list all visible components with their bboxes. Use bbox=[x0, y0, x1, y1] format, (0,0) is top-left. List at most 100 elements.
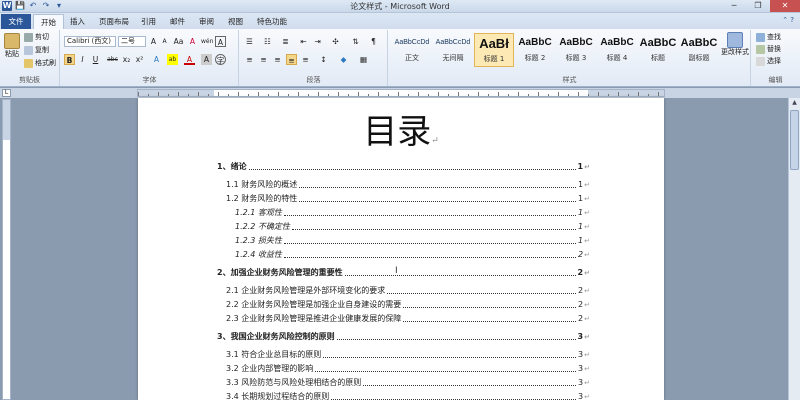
find-icon bbox=[756, 32, 765, 42]
style-name: 无间隔 bbox=[442, 54, 464, 62]
tab-selector-icon[interactable]: L bbox=[2, 89, 11, 97]
sort-icon[interactable]: ⇅ bbox=[350, 36, 361, 47]
subscript-button[interactable]: x₂ bbox=[121, 54, 132, 65]
ruler-tick bbox=[328, 94, 329, 96]
bold-button[interactable]: B bbox=[64, 54, 75, 65]
maximize-button[interactable]: ❐ bbox=[746, 0, 770, 12]
help-icon[interactable]: ⌃ ? bbox=[782, 16, 794, 24]
strikethrough-button[interactable]: abc bbox=[107, 54, 118, 65]
tab-review[interactable]: 审阅 bbox=[192, 14, 221, 29]
distribute-icon[interactable]: ≡ bbox=[300, 54, 311, 65]
top-margin-area bbox=[3, 100, 10, 140]
horizontal-ruler[interactable] bbox=[137, 89, 665, 97]
style-heading-3[interactable]: AaBbC 标题 3 bbox=[556, 33, 596, 67]
char-border-button[interactable]: A bbox=[215, 36, 226, 47]
toc-entry-level-2[interactable]: 3.4 长期规划过程结合的原则 3 ↵ bbox=[226, 391, 590, 400]
toc-entry-level-3[interactable]: 1.2.3 损失性 1 ↵ bbox=[235, 235, 590, 247]
borders-icon[interactable]: ▦ bbox=[358, 54, 369, 65]
decrease-indent-icon[interactable]: ⇤ bbox=[298, 36, 309, 47]
superscript-button[interactable]: x² bbox=[134, 54, 145, 65]
paragraph-mark: ↵ bbox=[584, 365, 590, 373]
toc-entry-level-1[interactable]: 3、我国企业财务风险控制的原则 3 ↵ bbox=[217, 331, 590, 343]
close-button[interactable]: ✕ bbox=[770, 0, 800, 12]
font-size-select[interactable]: 二号 bbox=[118, 36, 146, 47]
phonetic-guide-button[interactable]: wén bbox=[201, 36, 213, 47]
font-name-select[interactable]: Calibri (西文) bbox=[64, 36, 116, 47]
multilevel-list-icon[interactable]: ≣ bbox=[280, 36, 291, 47]
italic-button[interactable]: I bbox=[77, 54, 88, 65]
char-shading-button[interactable]: A bbox=[201, 54, 212, 65]
ruler-tick bbox=[478, 92, 479, 96]
change-case-button[interactable]: Aa bbox=[173, 36, 184, 47]
document-page[interactable]: 目录↵ 1、绪论 1 ↵ 1.1 财务风险的概述 1 ↵ 1.2 财务风险的特性 1 ↵ 1.2.… bbox=[138, 98, 664, 400]
ruler-tick bbox=[158, 92, 159, 96]
tab-special-features[interactable]: 特色功能 bbox=[250, 14, 294, 29]
toc-entry-level-2[interactable]: 3.1 符合企业总目标的原则 3 ↵ bbox=[226, 349, 590, 361]
tab-mailings[interactable]: 邮件 bbox=[163, 14, 192, 29]
text-effects-button[interactable]: A bbox=[151, 54, 162, 65]
justify-icon[interactable]: ≡ bbox=[286, 54, 297, 65]
bullets-icon[interactable]: ☰ bbox=[244, 36, 255, 47]
style-heading-4[interactable]: AaBbC 标题 4 bbox=[597, 33, 637, 67]
toc-entry-level-3[interactable]: 1.2.2 不确定性 1 ↵ bbox=[235, 221, 590, 233]
change-styles-button[interactable]: 更改样式 bbox=[721, 32, 749, 56]
toc-entry-text: 1.1 财务风险的概述 bbox=[226, 180, 298, 189]
scroll-up-icon[interactable]: ▲ bbox=[790, 99, 799, 109]
underline-button[interactable]: U bbox=[90, 54, 101, 65]
toc-entry-level-2[interactable]: 3.2 企业内部管理的影响 3 ↵ bbox=[226, 363, 590, 375]
enclose-char-button[interactable]: 字 bbox=[215, 54, 226, 65]
style-heading-1[interactable]: AaBł 标题 1 bbox=[474, 33, 514, 67]
tab-view[interactable]: 视图 bbox=[221, 14, 250, 29]
replace-button[interactable]: 替换 bbox=[756, 44, 781, 54]
toc-leader-dots bbox=[299, 179, 577, 188]
toc-entry-level-2[interactable]: 3.3 风险防范与风险处理相结合的原则 3 ↵ bbox=[226, 377, 590, 389]
tab-references[interactable]: 引用 bbox=[134, 14, 163, 29]
style-no-spacing[interactable]: AaBbCcDd 无间隔 bbox=[433, 33, 473, 67]
show-marks-icon[interactable]: ¶ bbox=[368, 36, 379, 47]
style-normal[interactable]: AaBbCcDd 正文 bbox=[392, 33, 432, 67]
toc-entry-level-3[interactable]: 1.2.1 客观性 1 ↵ bbox=[235, 207, 590, 219]
paragraph-mark: ↵ bbox=[584, 333, 590, 341]
clear-format-button[interactable]: A bbox=[187, 36, 198, 47]
select-button[interactable]: 选择 bbox=[756, 56, 781, 66]
toc-entry-level-2[interactable]: 1.1 财务风险的概述 1 ↵ bbox=[226, 179, 590, 191]
style-heading-2[interactable]: AaBbC 标题 2 bbox=[515, 33, 555, 67]
font-color-button[interactable]: A bbox=[184, 54, 195, 65]
paste-button[interactable]: 粘贴 bbox=[3, 33, 21, 59]
line-spacing-icon[interactable]: ↕ bbox=[318, 54, 329, 65]
find-button[interactable]: 查找 bbox=[756, 32, 781, 42]
toc-entry-level-1[interactable]: 1、绪论 1 ↵ bbox=[217, 161, 590, 173]
increase-indent-icon[interactable]: ⇥ bbox=[312, 36, 323, 47]
vertical-ruler[interactable] bbox=[2, 99, 11, 400]
toc-entry-level-2[interactable]: 1.2 财务风险的特性 1 ↵ bbox=[226, 193, 590, 205]
grow-font-button[interactable]: A bbox=[148, 36, 159, 47]
numbering-icon[interactable]: ☷ bbox=[262, 36, 273, 47]
copy-button[interactable]: 复制 bbox=[24, 45, 49, 55]
toc-entry-text: 1.2 财务风险的特性 bbox=[226, 194, 298, 203]
minimize-button[interactable]: ─ bbox=[722, 0, 746, 12]
tab-page-layout[interactable]: 页面布局 bbox=[92, 14, 136, 29]
style-title[interactable]: AaBbC 标题 bbox=[638, 33, 678, 67]
format-painter-button[interactable]: 格式刷 bbox=[24, 58, 56, 68]
cut-button[interactable]: 剪切 bbox=[24, 32, 49, 42]
tab-insert[interactable]: 插入 bbox=[63, 14, 92, 29]
toc-entry-level-2[interactable]: 2.3 企业财务风险管理是推进企业健康发展的保障 2 ↵ bbox=[226, 313, 590, 325]
highlight-button[interactable]: ab bbox=[167, 54, 178, 65]
toc-entry-level-1[interactable]: 2、加强企业财务风险管理的重要性 2 ↵ bbox=[217, 267, 590, 279]
align-right-icon[interactable]: ≡ bbox=[272, 54, 283, 65]
align-center-icon[interactable]: ≡ bbox=[258, 54, 269, 65]
tab-home[interactable]: 开始 bbox=[33, 14, 64, 29]
font-group: Calibri (西文) 二号 A A Aa A wén A B I U abc… bbox=[61, 30, 239, 86]
style-subtitle[interactable]: AaBbC 副标题 bbox=[679, 33, 719, 67]
chinese-layout-icon[interactable]: ✣ bbox=[330, 36, 341, 47]
shrink-font-button[interactable]: A bbox=[159, 36, 170, 47]
toc-title[interactable]: 目录↵ bbox=[138, 104, 664, 153]
vertical-scrollbar[interactable]: ▲ bbox=[788, 98, 800, 400]
toc-entry-level-3[interactable]: 1.2.4 收益性 2 ↵ bbox=[235, 249, 590, 261]
toc-entry-level-2[interactable]: 2.1 企业财务风险管理是外部环境变化的要求 2 ↵ bbox=[226, 285, 590, 297]
align-left-icon[interactable]: ≡ bbox=[244, 54, 255, 65]
scrollbar-thumb[interactable] bbox=[790, 110, 799, 170]
tab-file[interactable]: 文件 bbox=[1, 14, 31, 29]
shading-icon[interactable]: ◆ bbox=[338, 54, 349, 65]
toc-entry-level-2[interactable]: 2.2 企业财务风险管理是加强企业自身建设的需要 2 ↵ bbox=[226, 299, 590, 311]
